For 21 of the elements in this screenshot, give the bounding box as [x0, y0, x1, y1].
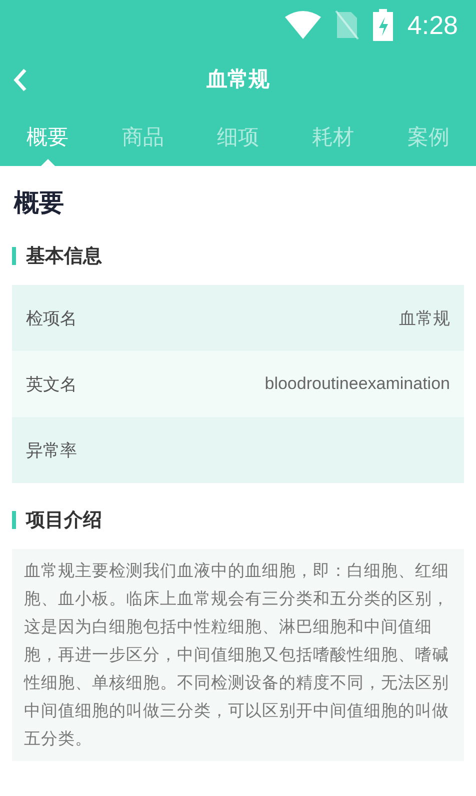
tab[interactable]: 案例	[380, 108, 476, 166]
info-value: 血常规	[399, 308, 450, 330]
tab[interactable]: 细项	[190, 108, 286, 166]
page-header-title: 血常规	[206, 66, 270, 93]
section-heading: 基本信息	[26, 244, 102, 269]
no-sim-icon	[335, 10, 360, 40]
tab[interactable]: 商品	[95, 108, 190, 166]
tab[interactable]: 概要	[0, 108, 96, 166]
info-label: 英文名	[26, 374, 77, 396]
tab[interactable]: 耗材	[286, 108, 381, 166]
battery-charging-icon	[373, 9, 394, 41]
info-label: 异常率	[26, 440, 77, 462]
section-title: 概要	[12, 187, 65, 219]
wifi-icon	[285, 11, 322, 39]
info-value: bloodroutineexamination	[264, 374, 450, 394]
status-time: 4:28	[407, 10, 458, 40]
tab-indicator-icon	[40, 159, 55, 166]
back-icon[interactable]	[12, 67, 28, 93]
section-heading: 项目介绍	[26, 508, 102, 533]
intro-paragraph: 血常规主要检测我们血液中的血细胞，即：白细胞、红细胞、血小板。临床上血常规会有三分类和五分类的区别，这是因为白细胞包括中性粒细胞、淋巴细胞和中间值细胞，再进一步区分，中间值细胞又包括嗜酸性细胞、嗜碱性细胞、单核细胞。不同检测设备的精度不同，无法区别中间值细胞的叫做三分类，可以区别开中间值细胞的叫做五分类。	[12, 549, 464, 761]
info-label: 检项名	[26, 308, 77, 330]
